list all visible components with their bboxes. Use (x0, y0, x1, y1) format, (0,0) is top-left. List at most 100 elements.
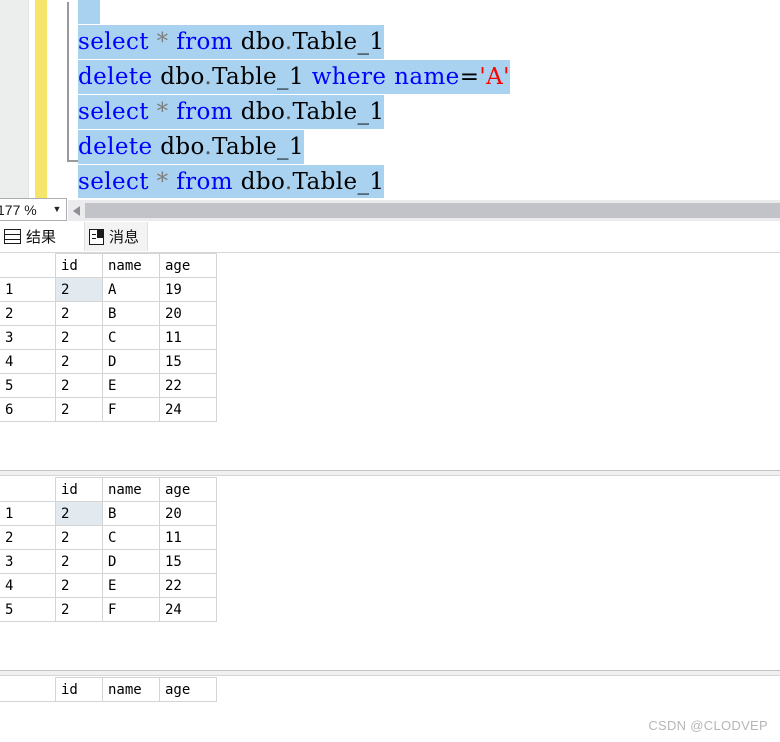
cell-name[interactable]: D (102, 349, 160, 374)
cell-id[interactable]: 2 (55, 525, 103, 550)
row-number-cell[interactable]: 4 (0, 349, 56, 374)
row-number-cell[interactable]: 1 (0, 277, 56, 302)
cell-age[interactable]: 22 (159, 573, 217, 598)
column-header-id[interactable]: id (55, 477, 103, 502)
sql-editor-pane[interactable]: select * from dbo.Table_1 delete dbo.Tabl… (0, 0, 780, 198)
code-token: Table_1 (212, 64, 312, 90)
chevron-down-icon[interactable]: ▼ (48, 205, 66, 214)
cell-id[interactable]: 2 (55, 349, 103, 374)
result-grid-2[interactable]: id name age 1 2 B 20 2 2 C 11 3 2 D 15 4 2 E 22 5 2 F 24 (0, 477, 780, 622)
column-header-id[interactable]: id (55, 253, 103, 278)
column-header-name[interactable]: name (102, 677, 160, 702)
code-token: Table_1 (292, 29, 385, 55)
cell-age[interactable]: 11 (159, 325, 217, 350)
cell-name[interactable]: A (102, 277, 160, 302)
code-token: name (394, 64, 460, 90)
cell-name[interactable]: E (102, 573, 160, 598)
row-number-cell[interactable]: 3 (0, 325, 56, 350)
table-row[interactable]: 1 2 B 20 (0, 501, 217, 526)
row-number-cell[interactable]: 5 (0, 597, 56, 622)
editor-horizontal-scrollbar[interactable] (68, 200, 780, 221)
results-table[interactable]: id name age (0, 677, 217, 702)
cell-name[interactable]: C (102, 325, 160, 350)
cell-age[interactable]: 19 (159, 277, 217, 302)
code-token: select (78, 29, 149, 55)
grid-corner-cell[interactable] (0, 477, 56, 502)
cell-name[interactable]: B (102, 501, 160, 526)
code-token: dbo (152, 134, 205, 160)
column-header-age[interactable]: age (159, 253, 217, 278)
cell-id[interactable]: 2 (55, 573, 103, 598)
row-number-cell[interactable]: 2 (0, 525, 56, 550)
cell-age[interactable]: 15 (159, 549, 217, 574)
table-row[interactable]: 5 2 E 22 (0, 373, 217, 398)
code-token: dbo (233, 99, 285, 125)
result-grid-3[interactable]: id name age (0, 677, 780, 702)
horizontal-scrollbar-thumb[interactable] (85, 203, 780, 218)
table-row[interactable]: 5 2 F 24 (0, 597, 217, 622)
cell-age[interactable]: 20 (159, 501, 217, 526)
cell-id[interactable]: 2 (55, 397, 103, 422)
cell-name[interactable]: B (102, 301, 160, 326)
cell-age[interactable]: 24 (159, 597, 217, 622)
zoom-level-combobox[interactable]: 177 % ▼ (0, 198, 67, 221)
cell-age[interactable]: 11 (159, 525, 217, 550)
cell-id[interactable]: 2 (55, 597, 103, 622)
code-token: from (176, 169, 234, 195)
code-token: * (156, 99, 169, 125)
row-number-cell[interactable]: 4 (0, 573, 56, 598)
row-number-cell[interactable]: 6 (0, 397, 56, 422)
cell-id[interactable]: 2 (55, 301, 103, 326)
cell-name[interactable]: F (102, 597, 160, 622)
code-line-text: delete dbo.Table_1 where name='A' (78, 60, 510, 94)
tab-messages-label: 消息 (109, 228, 140, 246)
cell-age[interactable]: 22 (159, 373, 217, 398)
code-line[interactable]: delete dbo.Table_1 where name='A' (78, 59, 510, 95)
tab-results[interactable]: 结果 (0, 222, 65, 251)
cell-age[interactable]: 24 (159, 397, 217, 422)
code-line[interactable]: select * from dbo.Table_1 (78, 24, 385, 60)
grid-corner-cell[interactable] (0, 253, 56, 278)
cell-name[interactable]: C (102, 525, 160, 550)
column-header-name[interactable]: name (102, 477, 160, 502)
row-number-cell[interactable]: 2 (0, 301, 56, 326)
cell-id-focused[interactable]: 2 (55, 501, 103, 526)
table-row[interactable]: 2 2 B 20 (0, 301, 217, 326)
cell-id[interactable]: 2 (55, 549, 103, 574)
cell-age[interactable]: 20 (159, 301, 217, 326)
cell-name[interactable]: E (102, 373, 160, 398)
code-line-text: select * from dbo.Table_1 (78, 95, 385, 129)
cell-id[interactable]: 2 (55, 373, 103, 398)
code-line[interactable]: delete dbo.Table_1 (78, 129, 304, 165)
cell-id[interactable]: 2 (55, 325, 103, 350)
code-line[interactable]: select * from dbo.Table_1 (78, 94, 385, 130)
grid-corner-cell[interactable] (0, 677, 56, 702)
cell-id-focused[interactable]: 2 (55, 277, 103, 302)
result-grid-1[interactable]: id name age 1 2 A 19 2 2 B 20 3 2 C 11 4 2 D 15 5 2 E 22 6 2 F 24 (0, 253, 780, 422)
cell-name[interactable]: F (102, 397, 160, 422)
table-row[interactable]: 4 2 E 22 (0, 573, 217, 598)
table-row[interactable]: 2 2 C 11 (0, 525, 217, 550)
editor-selection-margin[interactable] (0, 0, 29, 198)
cell-name[interactable]: D (102, 549, 160, 574)
code-line[interactable]: select * from dbo.Table_1 (78, 164, 385, 198)
column-header-id[interactable]: id (55, 677, 103, 702)
row-number-cell[interactable]: 3 (0, 549, 56, 574)
code-line-text: select * from dbo.Table_1 (78, 165, 385, 198)
tab-messages[interactable]: 消息 (84, 222, 149, 251)
table-row[interactable]: 3 2 D 15 (0, 549, 217, 574)
results-table[interactable]: id name age 1 2 B 20 2 2 C 11 3 2 D 15 4 2 E 22 5 2 F 24 (0, 477, 217, 622)
row-number-cell[interactable]: 1 (0, 501, 56, 526)
results-table[interactable]: id name age 1 2 A 19 2 2 B 20 3 2 C 11 4 2 D 15 5 2 E 22 6 2 F 24 (0, 253, 217, 422)
cell-age[interactable]: 15 (159, 349, 217, 374)
table-row[interactable]: 3 2 C 11 (0, 325, 217, 350)
column-header-age[interactable]: age (159, 677, 217, 702)
column-header-name[interactable]: name (102, 253, 160, 278)
table-row[interactable]: 6 2 F 24 (0, 397, 217, 422)
row-number-cell[interactable]: 5 (0, 373, 56, 398)
sql-code-area[interactable]: select * from dbo.Table_1 delete dbo.Tabl… (78, 0, 778, 198)
column-header-age[interactable]: age (159, 477, 217, 502)
table-row[interactable]: 4 2 D 15 (0, 349, 217, 374)
scroll-left-arrow-icon[interactable] (68, 200, 85, 221)
table-row[interactable]: 1 2 A 19 (0, 277, 217, 302)
